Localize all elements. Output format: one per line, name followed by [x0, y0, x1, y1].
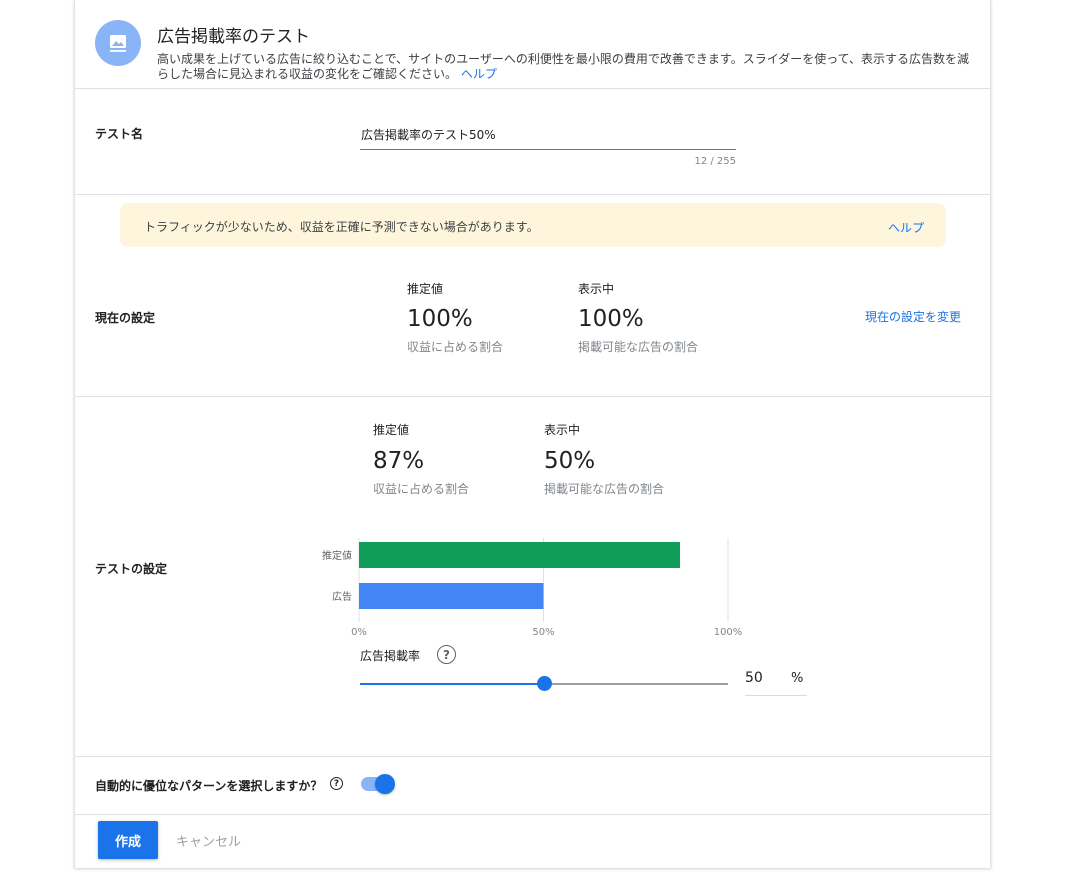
current-showing-label: 表示中 [578, 282, 615, 296]
warning-text: トラフィックが少ないため、収益を正確に予測できない場合があります。 [144, 220, 539, 234]
description-text: 高い成果を上げている広告に絞り込むことで、サイトのユーザーへの利便性を最小限の費… [157, 52, 970, 81]
test-name-label: テスト名 [95, 127, 144, 141]
chart-x-tick-label: 100% [714, 627, 743, 638]
page-description: 高い成果を上げている広告に絞り込むことで、サイトのユーザーへの利便性を最小限の費… [157, 52, 977, 82]
current-estimate-sub: 収益に占める割合 [407, 340, 504, 354]
chart-bar [359, 583, 544, 609]
coverage-percent-input[interactable] [745, 670, 775, 686]
divider [75, 396, 990, 397]
revenue-coverage-bar-chart: 0% 50% 100% 推定値広告 [322, 538, 743, 638]
current-showing-sub: 掲載可能な広告の割合 [578, 340, 699, 354]
divider [75, 814, 990, 815]
test-showing-label: 表示中 [544, 423, 581, 437]
chart-bar [359, 542, 681, 568]
percent-unit: % [791, 671, 804, 686]
divider [75, 756, 990, 757]
toggle-thumb[interactable] [375, 774, 395, 794]
slider-thumb[interactable] [537, 676, 552, 691]
help-circle-icon[interactable]: ? [330, 777, 343, 790]
test-name-field[interactable] [360, 122, 736, 150]
slider-track-fill [360, 683, 544, 685]
create-button[interactable]: 作成 [98, 821, 158, 859]
test-showing-value: 50% [544, 448, 596, 474]
chart-x-tick-label: 50% [532, 627, 554, 638]
test-name-input[interactable] [360, 122, 736, 141]
header-help-link[interactable]: ヘルプ [461, 67, 497, 81]
char-counter: 12 / 255 [694, 156, 736, 167]
coverage-percent-field[interactable]: % [745, 664, 807, 696]
chart-category-label: 推定値 [322, 549, 352, 562]
page-title: 広告掲載率のテスト [157, 27, 310, 47]
auto-select-label: 自動的に優位なパターンを選択しますか？ [95, 779, 323, 793]
help-circle-icon[interactable]: ? [437, 645, 456, 664]
test-estimate-sub: 収益に占める割合 [373, 482, 470, 496]
low-traffic-warning-banner: トラフィックが少ないため、収益を正確に予測できない場合があります。 ヘルプ [120, 203, 946, 247]
test-showing-sub: 掲載可能な広告の割合 [544, 482, 665, 496]
current-estimate-value: 100% [407, 306, 473, 332]
coverage-slider-label: 広告掲載率 [360, 649, 421, 663]
chart-category-label: 広告 [332, 590, 352, 603]
chart-x-tick-label: 0% [351, 627, 367, 638]
test-estimate-label: 推定値 [373, 423, 410, 437]
divider [75, 88, 990, 89]
current-showing-value: 100% [578, 306, 644, 332]
cancel-button[interactable]: キャンセル [176, 831, 241, 850]
divider [75, 194, 990, 195]
ad-coverage-test-card: 広告掲載率のテスト 高い成果を上げている広告に絞り込むことで、サイトのユーザーへ… [74, 0, 991, 868]
test-settings-label: テストの設定 [95, 562, 168, 576]
change-current-settings-link[interactable]: 現在の設定を変更 [865, 308, 961, 325]
current-settings-label: 現在の設定 [95, 311, 156, 325]
test-estimate-value: 87% [373, 448, 425, 474]
current-estimate-label: 推定値 [407, 282, 444, 296]
image-icon [95, 20, 141, 66]
warning-help-link[interactable]: ヘルプ [888, 219, 924, 236]
